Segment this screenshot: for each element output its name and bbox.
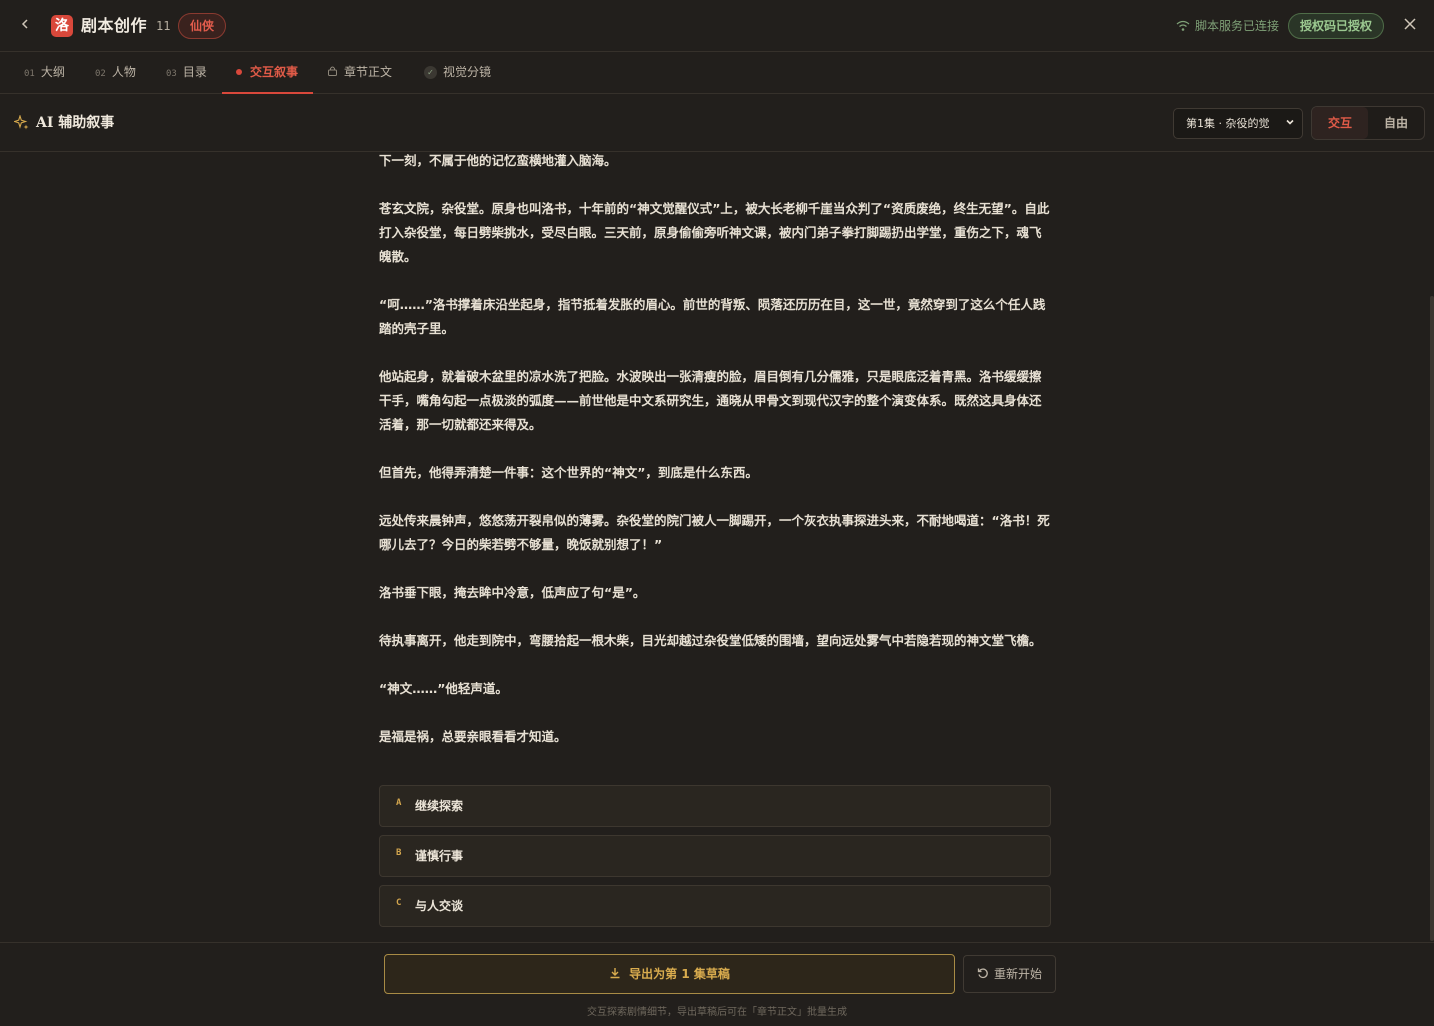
top-bar: 洛 剧本创作 11 仙侠 脚本服务已连接 授权码已授权 xyxy=(0,0,1434,52)
check-icon: ✓ xyxy=(424,66,437,79)
restart-icon xyxy=(977,956,989,992)
chevron-left-icon xyxy=(21,19,28,29)
story-paragraph: 洛书垂下眼，掩去眸中冷意，低声应了句“是”。 xyxy=(379,585,646,600)
episode-select[interactable]: 第1集 · 杂役的觉 xyxy=(1173,108,1303,139)
story-paragraph: 是福是祸，总要亲眼看看才知道。 xyxy=(379,729,567,744)
choice-label: 谨慎行事 xyxy=(415,849,464,863)
connection-status-text: 脚本服务已连接 xyxy=(1194,19,1279,33)
footer-divider xyxy=(0,942,1434,943)
choice-option-b[interactable]: B 谨慎行事 xyxy=(379,835,1051,877)
tab-label: 大纲 xyxy=(40,65,65,79)
story-paragraph: “神文……”他轻声道。 xyxy=(379,681,508,696)
step-tabs: 01 大纲 02 人物 03 目录 交互叙事 章节正文 ✓ 视觉分镜 xyxy=(0,52,1434,94)
connection-status: 脚本服务已连接 xyxy=(1176,18,1279,34)
auth-status-badge[interactable]: 授权码已授权 xyxy=(1287,13,1384,39)
choice-letter: A xyxy=(396,798,402,808)
story-paragraph: 苍玄文院，杂役堂。原身也叫洛书，十年前的“神文觉醒仪式”上，被大长老柳千崖当众判… xyxy=(379,201,1050,264)
tab-number: 02 xyxy=(95,69,106,79)
footer-hint: 交互探索剧情细节，导出草稿后可在「章节正文」批量生成 xyxy=(587,1007,847,1018)
tab-interactive-narrative[interactable]: 交互叙事 xyxy=(222,52,313,94)
active-dot-icon xyxy=(236,69,242,75)
tab-visual-storyboard[interactable]: ✓ 视觉分镜 xyxy=(424,52,491,94)
app-title: 剧本创作 xyxy=(81,16,148,35)
scrollbar[interactable] xyxy=(1430,296,1434,941)
tab-number: 03 xyxy=(166,69,177,79)
genre-badge: 仙侠 xyxy=(178,13,227,39)
choice-label: 与人交谈 xyxy=(415,899,464,913)
section-title: AI 辅助叙事 xyxy=(36,115,115,131)
story-paragraph: 下一刻，不属于他的记忆蛮横地灌入脑海。 xyxy=(379,153,617,168)
tab-label: 目录 xyxy=(182,65,207,79)
story-paragraph: 待执事离开，他走到院中，弯腰拾起一根木柴，目光却越过杂役堂低矮的围墙，望向远处雾… xyxy=(379,633,1042,648)
mode-interactive-button[interactable]: 交互 xyxy=(1312,107,1368,139)
sparkle-icon xyxy=(12,114,29,133)
tab-characters[interactable]: 02 人物 xyxy=(95,52,136,94)
restart-button[interactable]: 重新开始 xyxy=(963,955,1056,993)
download-icon xyxy=(609,955,621,993)
lock-icon xyxy=(327,53,338,93)
tab-outline[interactable]: 01 大纲 xyxy=(24,52,65,94)
tab-chapter-text[interactable]: 章节正文 xyxy=(327,52,392,94)
export-draft-button[interactable]: 导出为第 1 集草稿 xyxy=(384,954,955,994)
episode-select-value: 第1集 · 杂役的觉 xyxy=(1186,117,1270,130)
choice-option-c[interactable]: C 与人交谈 xyxy=(379,885,1051,927)
restart-label: 重新开始 xyxy=(993,967,1042,981)
story-paragraph: 但首先，他得弄清楚一件事：这个世界的“神文”，到底是什么东西。 xyxy=(379,465,758,480)
choice-option-a[interactable]: A 继续探索 xyxy=(379,785,1051,827)
choice-options: A 继续探索 B 谨慎行事 C 与人交谈 xyxy=(379,785,1051,935)
story-paragraph: 远处传来晨钟声，悠悠荡开裂帛似的薄雾。杂役堂的院门被人一脚踢开，一个灰衣执事探进… xyxy=(379,513,1050,552)
choice-label: 继续探索 xyxy=(415,799,464,813)
choice-letter: C xyxy=(396,898,402,908)
tab-contents[interactable]: 03 目录 xyxy=(166,52,207,94)
tab-number: 01 xyxy=(24,69,35,79)
tab-label: 交互叙事 xyxy=(250,65,299,79)
tab-label: 视觉分镜 xyxy=(443,65,492,79)
tab-label: 章节正文 xyxy=(344,65,393,79)
project-count: 11 xyxy=(156,19,171,33)
mode-toggle: 交互 自由 xyxy=(1311,106,1425,140)
app-logo: 洛 xyxy=(51,15,73,37)
export-draft-label: 导出为第 1 集草稿 xyxy=(629,967,730,981)
choice-letter: B xyxy=(396,848,402,858)
story-paragraph: 他站起身，就着破木盆里的凉水洗了把脸。水波映出一张清瘦的脸，眉目倒有几分儒雅，只… xyxy=(379,369,1042,432)
close-button[interactable] xyxy=(1400,15,1420,35)
close-icon xyxy=(1404,18,1416,30)
chevron-down-icon xyxy=(1285,109,1295,138)
story-paragraph: “呵……”洛书撑着床沿坐起身，指节抵着发胀的眉心。前世的背叛、陨落还历历在目，这… xyxy=(379,297,1046,336)
tab-label: 人物 xyxy=(111,65,136,79)
back-button[interactable] xyxy=(14,14,36,36)
mode-free-button[interactable]: 自由 xyxy=(1368,107,1424,139)
wifi-icon xyxy=(1176,20,1190,31)
